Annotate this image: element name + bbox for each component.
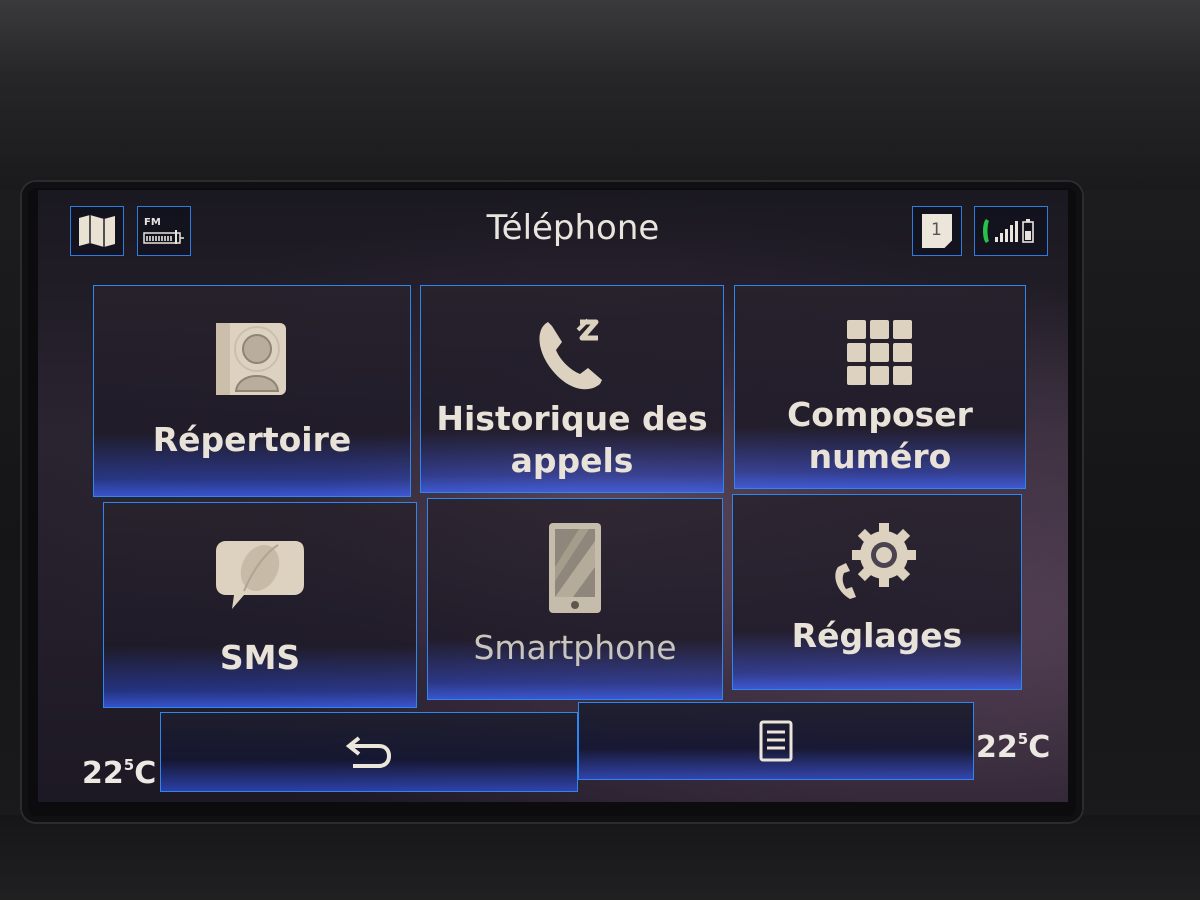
dial-pad-icon [847, 320, 912, 385]
tile-dial-number-label-1: Composer [787, 395, 973, 434]
call-history-icon [539, 318, 602, 390]
back-button[interactable] [160, 712, 578, 792]
notification-count: 1 [931, 220, 942, 240]
tile-dial-number-label-2: numéro [808, 437, 952, 476]
dashboard-bezel-bottom [0, 815, 1200, 900]
temperature-left[interactable]: 225C [82, 756, 156, 791]
back-arrow-icon [345, 736, 392, 768]
tile-repertoire[interactable]: Répertoire [93, 285, 411, 497]
dashboard-bezel-top [0, 0, 1200, 190]
list-menu-icon [759, 720, 793, 762]
tile-sms[interactable]: SMS [103, 502, 417, 708]
contacts-book-icon [216, 323, 286, 395]
tile-sms-label: SMS [219, 638, 301, 677]
temperature-right[interactable]: 225C [976, 730, 1050, 765]
tile-call-history[interactable]: Historique des appels [420, 285, 724, 493]
infotainment-screen: FM Téléphone 1 Répertoire Historique des… [38, 190, 1068, 802]
smartphone-icon [549, 523, 601, 613]
notification-icon: 1 [922, 214, 952, 248]
tile-call-history-label-2: appels [510, 441, 634, 480]
menu-button[interactable] [578, 702, 974, 780]
phone-signal-battery-icon [983, 219, 1034, 243]
tile-repertoire-label: Répertoire [152, 420, 352, 459]
phone-settings-gear-icon [835, 523, 916, 599]
tile-dial-number[interactable]: Composer numéro [734, 285, 1026, 489]
sms-bubbles-icon [216, 541, 304, 609]
phone-status [974, 206, 1048, 256]
tile-call-history-label-1: Historique des [436, 399, 708, 438]
notifications-button[interactable]: 1 [912, 206, 962, 256]
tile-settings[interactable]: Réglages [732, 494, 1022, 690]
tile-settings-label: Réglages [791, 616, 963, 655]
tile-smartphone-label: Smartphone [473, 628, 677, 667]
tile-smartphone[interactable]: Smartphone [427, 498, 723, 700]
